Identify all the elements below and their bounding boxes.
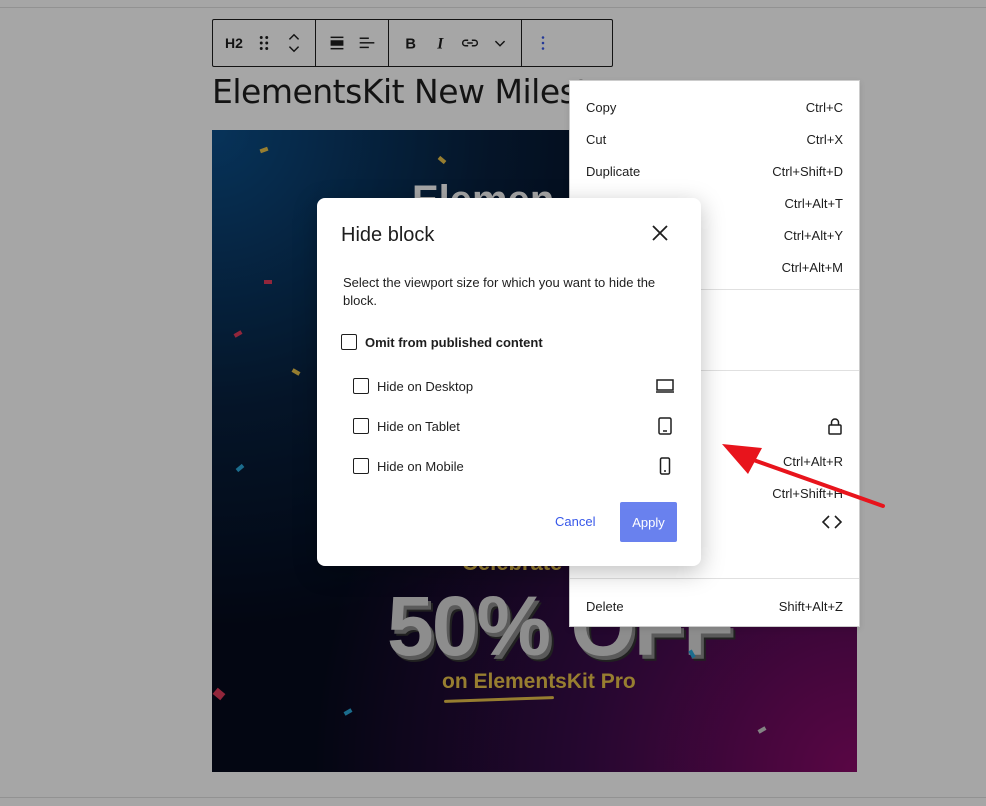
menu-item-shortcut: Shift+Alt+Z xyxy=(778,598,843,614)
hide-desktop-checkbox[interactable] xyxy=(353,378,369,394)
omit-label: Omit from published content xyxy=(365,335,543,350)
menu-item-shortcut: Ctrl+Shift+D xyxy=(772,163,843,179)
menu-item-cut[interactable]: Cut Ctrl+X xyxy=(570,123,859,155)
omit-checkbox[interactable] xyxy=(341,334,357,350)
menu-item-shortcut: Ctrl+X xyxy=(806,131,843,147)
modal-title: Hide block xyxy=(341,224,435,246)
menu-item-shortcut: Ctrl+C xyxy=(805,99,843,115)
mobile-icon xyxy=(654,455,676,477)
code-icon xyxy=(821,514,843,533)
cancel-button[interactable]: Cancel xyxy=(555,514,595,529)
apply-button[interactable]: Apply xyxy=(620,502,677,542)
menu-item-label: Copy xyxy=(586,99,617,115)
modal-description: Select the viewport size for which you w… xyxy=(343,275,656,308)
hide-block-modal: Hide block Select the viewport size for … xyxy=(317,198,701,566)
lock-icon xyxy=(827,417,843,438)
menu-item-label: Duplicate xyxy=(586,163,641,179)
hide-tablet-checkbox[interactable] xyxy=(353,418,369,434)
menu-item-delete[interactable]: Delete Shift+Alt+Z xyxy=(570,590,859,622)
menu-item-shortcut: Ctrl+Alt+Y xyxy=(783,227,843,243)
close-icon[interactable] xyxy=(647,220,673,246)
tablet-icon xyxy=(654,415,676,437)
annotation-arrow-icon xyxy=(722,444,885,508)
menu-separator xyxy=(570,578,859,579)
menu-item-label: Delete xyxy=(586,598,624,614)
hide-mobile-checkbox[interactable] xyxy=(353,458,369,474)
menu-item-shortcut: Ctrl+Alt+M xyxy=(781,259,843,275)
hide-mobile-label: Hide on Mobile xyxy=(377,459,464,474)
hide-desktop-label: Hide on Desktop xyxy=(377,379,474,394)
hide-tablet-label: Hide on Tablet xyxy=(377,419,460,434)
desktop-icon xyxy=(654,375,676,397)
menu-item-copy[interactable]: Copy Ctrl+C xyxy=(570,91,859,123)
menu-item-label: Cut xyxy=(586,131,607,147)
menu-item-duplicate[interactable]: Duplicate Ctrl+Shift+D xyxy=(570,155,859,187)
menu-item-shortcut: Ctrl+Alt+T xyxy=(784,195,843,211)
